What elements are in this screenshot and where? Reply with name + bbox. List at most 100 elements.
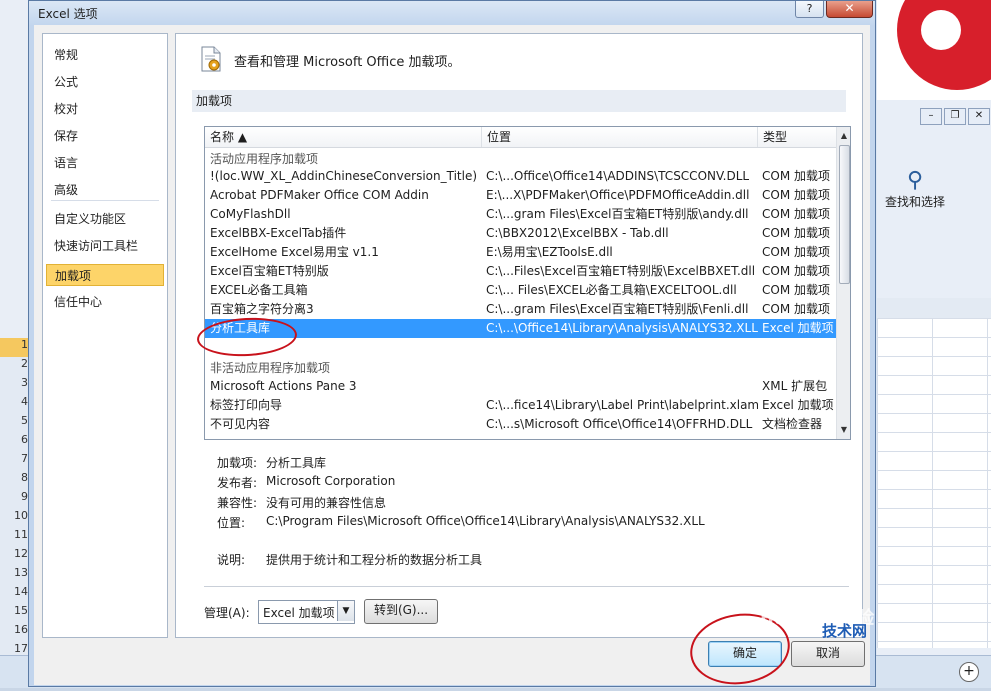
list-item-type: COM 加载项 — [762, 169, 830, 183]
list-item[interactable]: Acrobat PDFMaker Office COM Addin E:\...X… — [205, 186, 836, 205]
list-item-location: C:\...Files\Excel百宝箱ET特别版\ExcelBBXET.dll — [486, 264, 756, 278]
list-item-name: Microsoft Actions Pane 3 — [210, 379, 357, 393]
nav-item-3[interactable]: 保存 — [46, 125, 164, 147]
app-logo — [877, 0, 991, 100]
list-item[interactable]: Microsoft Actions Pane 3 XML 扩展包 — [205, 377, 836, 396]
cancel-button[interactable]: 取消 — [791, 641, 865, 667]
minimize-icon[interactable]: – — [920, 108, 942, 125]
list-item-type: Excel 加载项 — [762, 321, 834, 335]
detail-location-label: 位置: — [217, 516, 246, 530]
list-item[interactable]: CoMyFlashDll C:\...gram Files\Excel百宝箱ET特… — [205, 205, 836, 224]
list-item[interactable]: EXCEL必备工具箱 C:\... Files\EXCEL必备工具箱\EXCELT… — [205, 281, 836, 300]
active-group-header: 活动应用程序加载项 — [210, 152, 319, 166]
chevron-down-icon[interactable]: ▼ — [337, 601, 354, 621]
list-item-location: C:\...\Office14\Library\Analysis\ANALYS3… — [486, 321, 758, 335]
list-item-name: ExcelHome Excel易用宝 v1.1 — [210, 245, 379, 259]
goto-button[interactable]: 转到(G)... — [364, 599, 438, 624]
list-item[interactable]: 分析工具库 C:\...\Office14\Library\Analysis\AN… — [205, 319, 836, 338]
find-select-label: 查找和选择 — [885, 195, 946, 209]
column-header — [877, 298, 991, 319]
list-item[interactable]: ExcelBBX-ExcelTab插件 C:\BBX2012\ExcelBBX -… — [205, 224, 836, 243]
list-item[interactable]: Excel百宝箱ET特别版 C:\...Files\Excel百宝箱ET特别版\E… — [205, 262, 836, 281]
column-location[interactable]: 位置 — [482, 127, 758, 147]
column-type[interactable]: 类型 — [758, 127, 836, 147]
binoculars-icon: ⚲ — [906, 168, 924, 193]
list-item-location: C:\... Files\EXCEL必备工具箱\EXCELTOOL.dll — [486, 283, 737, 297]
detail-addin-label: 加载项: — [217, 456, 258, 470]
panel-header: 查看和管理 Microsoft Office 加载项。 — [234, 55, 461, 70]
nav-item-7[interactable]: 快速访问工具栏 — [46, 235, 164, 257]
nav-item-1[interactable]: 公式 — [46, 71, 164, 93]
list-item-type: COM 加载项 — [762, 302, 830, 316]
list-item-location: C:\...gram Files\Excel百宝箱ET特别版\andy.dll — [486, 207, 749, 221]
scroll-down-icon[interactable]: ▼ — [837, 423, 850, 437]
list-item[interactable]: 百宝箱之字符分离3 C:\...gram Files\Excel百宝箱ET特别版\… — [205, 300, 836, 319]
sheet-grid[interactable] — [877, 318, 991, 648]
list-item-name: !(loc.WW_XL_AddinChineseConversion_Title… — [210, 169, 478, 183]
dialog-title: Excel 选项 — [38, 7, 98, 21]
close-button[interactable]: ✕ — [826, 1, 873, 18]
watermark-site: 技术网 — [822, 622, 868, 640]
section-title: 加载项 — [192, 90, 846, 112]
zoom-in-icon[interactable]: + — [959, 662, 979, 682]
detail-desc-value: 提供用于统计和工程分析的数据分析工具 — [266, 553, 483, 567]
dialog-titlebar: Excel 选项 ? ✕ — [29, 1, 875, 25]
detail-compat-value: 没有可用的兼容性信息 — [266, 496, 387, 510]
addins-list[interactable]: 名称 ▲ 位置 类型 活动应用程序加载项 !(loc.WW_XL_AddinCh… — [204, 126, 851, 440]
detail-addin-value: 分析工具库 — [266, 456, 327, 470]
nav-item-9[interactable]: 信任中心 — [46, 291, 164, 313]
nav-item-4[interactable]: 语言 — [46, 152, 164, 174]
list-item-name: 不可见内容 — [210, 417, 271, 431]
find-select-button[interactable]: ⚲ 查找和选择 — [885, 168, 945, 210]
list-item-location: C:\...Office\Office14\ADDINS\TCSCCONV.DL… — [486, 169, 750, 183]
nav-divider — [51, 200, 159, 201]
list-item-name: Excel百宝箱ET特别版 — [210, 264, 329, 278]
list-item-name: CoMyFlashDll — [210, 207, 291, 221]
detail-desc-label: 说明: — [217, 553, 246, 567]
nav-item-8[interactable]: 加载项 — [46, 264, 164, 286]
list-item-type: COM 加载项 — [762, 245, 830, 259]
window-controls: – ❐ ✕ — [920, 108, 990, 126]
nav-item-5[interactable]: 高级 — [46, 179, 164, 201]
detail-publisher-value: Microsoft Corporation — [266, 474, 396, 488]
manage-select-value: Excel 加载项 — [263, 606, 335, 620]
detail-compat-label: 兼容性: — [217, 496, 258, 510]
list-item-type: COM 加载项 — [762, 283, 830, 297]
restore-icon[interactable]: ❐ — [944, 108, 966, 125]
list-header: 名称 ▲ 位置 类型 — [205, 127, 836, 148]
list-item-location: E:\...X\PDFMaker\Office\PDFMOfficeAddin.… — [486, 188, 750, 202]
addins-icon — [201, 46, 221, 72]
list-item-name: 标签打印向导 — [210, 398, 283, 412]
list-item-type: COM 加载项 — [762, 264, 830, 278]
list-item[interactable]: ExcelHome Excel易用宝 v1.1 E:\易用宝\EZToolsE.d… — [205, 243, 836, 262]
scroll-thumb[interactable] — [839, 145, 850, 284]
nav-item-6[interactable]: 自定义功能区 — [46, 208, 164, 230]
list-item-name: Acrobat PDFMaker Office COM Addin — [210, 188, 429, 202]
list-item[interactable]: !(loc.WW_XL_AddinChineseConversion_Title… — [205, 167, 836, 186]
list-item-type: 文档检查器 — [762, 417, 823, 431]
details-divider — [204, 586, 849, 587]
help-button[interactable]: ? — [795, 1, 824, 18]
dialog-body: 常规 公式 校对 保存 语言 高级 自定义功能区 快速访问工具栏 加载项 信任中心 查看和管理 M… — [34, 25, 870, 685]
list-item-location: E:\易用宝\EZToolsE.dll — [486, 245, 613, 259]
list-item-location: C:\BBX2012\ExcelBBX - Tab.dll — [486, 226, 669, 240]
list-item[interactable]: 标签打印向导 C:\...fice14\Library\Label Print\l… — [205, 396, 836, 415]
list-item-type: Excel 加载项 — [762, 398, 834, 412]
list-item-type: COM 加载项 — [762, 226, 830, 240]
scroll-up-icon[interactable]: ▲ — [837, 129, 850, 143]
nav-item-0[interactable]: 常规 — [46, 44, 164, 66]
manage-select[interactable]: Excel 加载项 ▼ — [258, 600, 355, 624]
list-item-name: EXCEL必备工具箱 — [210, 283, 308, 297]
detail-publisher-label: 发布者: — [217, 476, 258, 490]
list-item-location: C:\...gram Files\Excel百宝箱ET特别版\Fenli.dll — [486, 302, 749, 316]
list-scrollbar[interactable]: ▲ ▼ — [836, 127, 850, 439]
list-item-type: COM 加载项 — [762, 188, 830, 202]
column-name[interactable]: 名称 ▲ — [205, 127, 482, 147]
nav-item-2[interactable]: 校对 — [46, 98, 164, 120]
detail-location-value: C:\Program Files\Microsoft Office\Office… — [266, 514, 705, 528]
inactive-group-header: 非活动应用程序加载项 — [210, 361, 331, 375]
close-icon[interactable]: ✕ — [968, 108, 990, 125]
list-item[interactable]: 不可见内容 C:\...s\Microsoft Office\Office14\O… — [205, 415, 836, 434]
manage-label: 管理(A): — [204, 606, 250, 620]
options-nav: 常规公式校对保存语言高级自定义功能区 快速访问工具栏 加载项信任中心 — [42, 33, 168, 638]
